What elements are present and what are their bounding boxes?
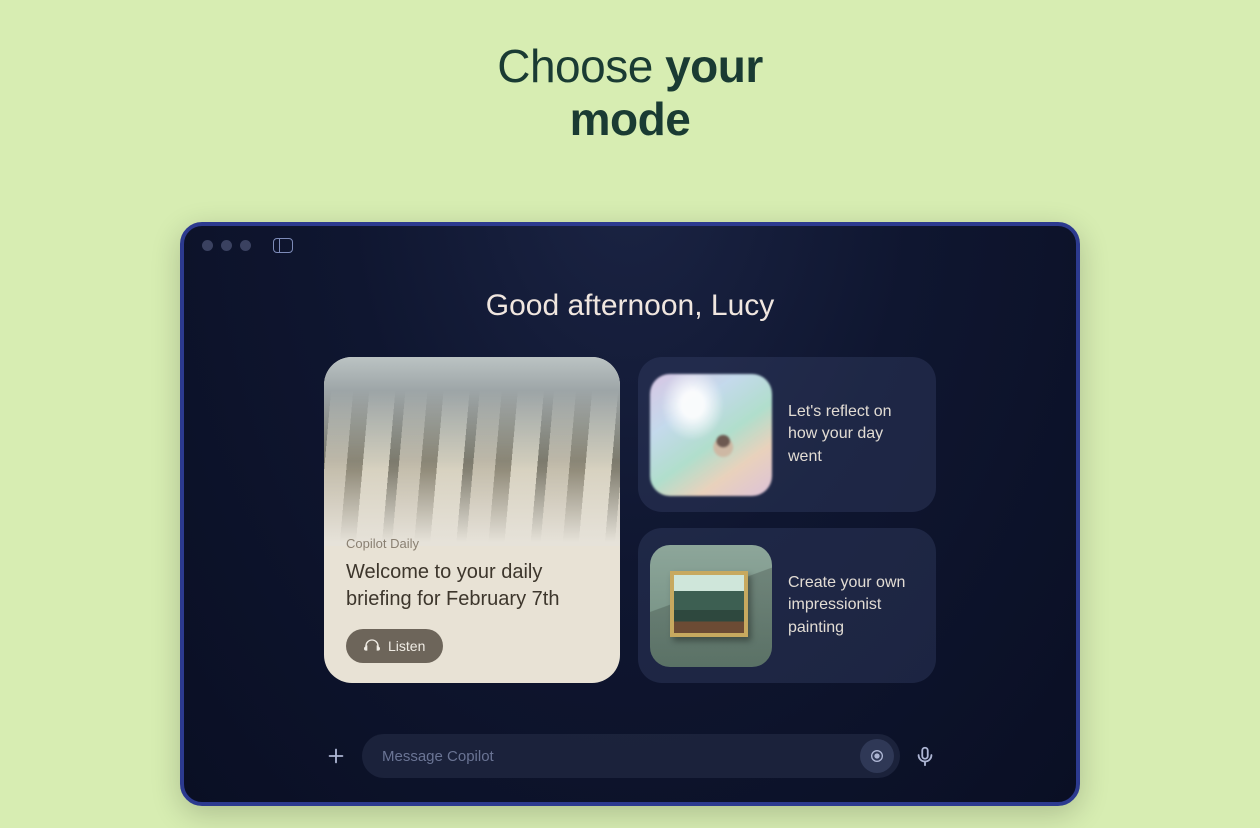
message-input-row bbox=[324, 734, 936, 778]
microphone-icon bbox=[914, 745, 936, 767]
suggestion-card-reflect[interactable]: Let's reflect on how your day went bbox=[638, 357, 936, 512]
greeting-text: Good afternoon, Lucy bbox=[184, 289, 1076, 323]
traffic-light-close[interactable] bbox=[202, 240, 213, 251]
target-icon bbox=[869, 748, 885, 764]
daily-briefing-title: Welcome to your daily briefing for Febru… bbox=[346, 559, 598, 613]
suggestion-cards: Let's reflect on how your day went Creat… bbox=[638, 357, 936, 683]
submit-button[interactable] bbox=[860, 739, 894, 773]
suggestion-text: Create your own impressionist painting bbox=[788, 572, 924, 639]
suggestion-text: Let's reflect on how your day went bbox=[788, 401, 924, 468]
daily-briefing-content: Copilot Daily Welcome to your daily brie… bbox=[324, 536, 620, 683]
message-input-container bbox=[362, 734, 900, 778]
message-input[interactable] bbox=[382, 748, 860, 765]
suggestion-thumb-painting bbox=[650, 545, 772, 667]
heading-bold-1: your bbox=[665, 40, 763, 92]
suggestion-thumb-reflect bbox=[650, 374, 772, 496]
heading-light: Choose bbox=[497, 40, 665, 92]
daily-briefing-card[interactable]: Copilot Daily Welcome to your daily brie… bbox=[324, 357, 620, 683]
sidebar-toggle-icon[interactable] bbox=[273, 238, 293, 253]
traffic-light-minimize[interactable] bbox=[221, 240, 232, 251]
listen-button[interactable]: Listen bbox=[346, 629, 443, 663]
daily-briefing-label: Copilot Daily bbox=[346, 536, 598, 551]
suggestion-card-painting[interactable]: Create your own impressionist painting bbox=[638, 528, 936, 683]
headphones-icon bbox=[364, 638, 380, 654]
listen-button-label: Listen bbox=[388, 638, 425, 654]
add-button[interactable] bbox=[324, 744, 348, 768]
cards-container: Copilot Daily Welcome to your daily brie… bbox=[184, 357, 1076, 683]
page-heading: Choose your mode bbox=[0, 40, 1260, 146]
app-window: Good afternoon, Lucy Copilot Daily Welco… bbox=[180, 222, 1080, 806]
heading-bold-2: mode bbox=[570, 93, 691, 145]
daily-briefing-image bbox=[324, 357, 620, 546]
window-titlebar bbox=[184, 226, 1076, 253]
microphone-button[interactable] bbox=[914, 745, 936, 767]
plus-icon bbox=[325, 745, 347, 767]
traffic-light-zoom[interactable] bbox=[240, 240, 251, 251]
